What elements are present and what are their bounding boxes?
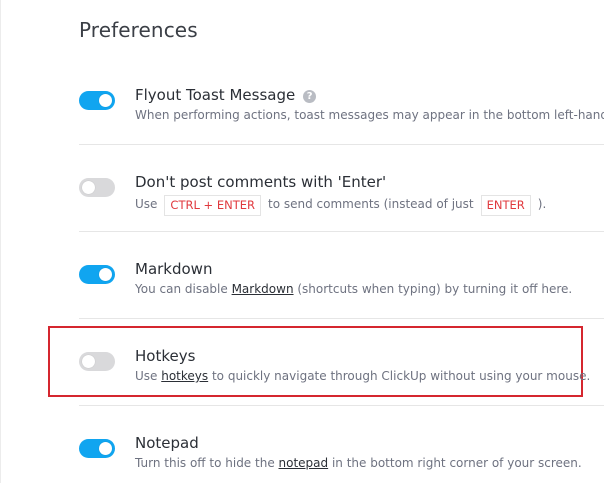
pref-title: Hotkeys — [135, 347, 196, 365]
pref-title: Markdown — [135, 260, 213, 278]
pref-title-text: Flyout Toast Message — [135, 86, 296, 104]
hotkeys-link[interactable]: hotkeys — [161, 369, 208, 383]
preferences-page: Preferences Flyout Toast Message? When p… — [0, 0, 604, 483]
desc-text: to send comments (instead of just — [267, 197, 474, 211]
desc-text: Turn this off to hide the — [135, 456, 279, 470]
pref-notepad: Notepad Turn this off to hide the notepa… — [79, 434, 604, 483]
toggle-knob — [99, 268, 112, 281]
pref-hotkeys: Hotkeys Use hotkeys to quickly navigate … — [79, 347, 604, 403]
hotkeys-toggle[interactable] — [79, 352, 115, 371]
divider — [79, 318, 604, 319]
divider — [79, 231, 604, 232]
desc-text: Use — [135, 197, 158, 211]
flyout-toast-toggle[interactable] — [79, 91, 115, 110]
left-border — [0, 0, 1, 483]
pref-title: Notepad — [135, 434, 199, 452]
pref-title: Don't post comments with 'Enter' — [135, 173, 387, 191]
toggle-knob — [82, 355, 95, 368]
pref-title: Flyout Toast Message? — [135, 86, 317, 104]
page-title: Preferences — [79, 18, 198, 42]
desc-text: ). — [537, 197, 547, 211]
pref-description: You can disable Markdown (shortcuts when… — [135, 282, 572, 296]
notepad-link[interactable]: notepad — [279, 456, 329, 470]
desc-text: You can disable — [135, 282, 232, 296]
pref-enter-comments: Don't post comments with 'Enter' Use CTRL… — [79, 173, 604, 229]
pref-description: Use CTRL + ENTER to send comments (instead… — [135, 195, 546, 216]
divider — [79, 405, 604, 406]
pref-markdown: Markdown You can disable Markdown (short… — [79, 260, 604, 316]
divider — [79, 144, 604, 145]
toggle-knob — [99, 94, 112, 107]
question-circle-icon[interactable]: ? — [303, 90, 317, 103]
pref-description: Turn this off to hide the notepad in the… — [135, 456, 582, 470]
key-combo-ctrl-enter: CTRL + ENTER — [164, 195, 261, 216]
markdown-link[interactable]: Markdown — [232, 282, 294, 296]
desc-text: Use — [135, 369, 162, 383]
desc-text: (shortcuts when typing) by turning it of… — [293, 282, 573, 296]
notepad-toggle[interactable] — [79, 439, 115, 458]
pref-description: When performing actions, toast messages … — [135, 108, 604, 122]
markdown-toggle[interactable] — [79, 265, 115, 284]
desc-text: in the bottom right corner of your scree… — [328, 456, 582, 470]
key-enter: ENTER — [480, 195, 531, 216]
pref-description: Use hotkeys to quickly navigate through … — [135, 369, 590, 383]
toggle-knob — [99, 442, 112, 455]
enter-comments-toggle[interactable] — [79, 178, 115, 197]
desc-text: to quickly navigate through ClickUp with… — [208, 369, 591, 383]
toggle-knob — [82, 181, 95, 194]
pref-flyout-toast: Flyout Toast Message? When performing ac… — [79, 86, 604, 142]
